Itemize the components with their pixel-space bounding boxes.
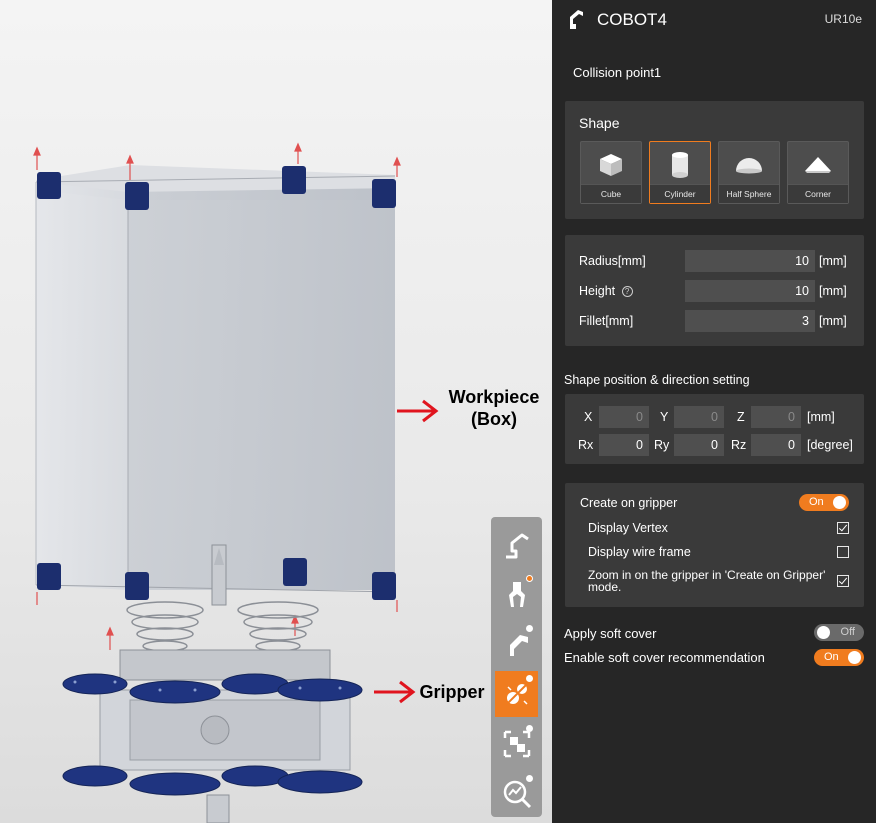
robot-arm-icon: [505, 533, 529, 559]
zoom-gripper-label-line1: Zoom in on the gripper in 'Create on Gri…: [588, 568, 826, 582]
inspection-icon: [503, 780, 531, 809]
rotation-unit: [degree]: [807, 438, 853, 452]
position-section-label: Shape position & direction setting: [564, 373, 750, 387]
zoom-gripper-label: Zoom in on the gripper in 'Create on Gri…: [588, 569, 825, 593]
properties-panel: COBOT4 UR10e Collision point1 Shape Cube: [552, 0, 876, 823]
shape-option-corner[interactable]: Corner: [787, 141, 849, 204]
radius-input[interactable]: 10: [685, 250, 815, 272]
inspection-tool-button[interactable]: [495, 771, 538, 817]
rz-label: Rz: [731, 438, 747, 452]
fillet-label: Fillet[mm]: [579, 314, 634, 328]
rx-label: Rx: [578, 438, 594, 452]
create-on-gripper-state: On: [809, 496, 824, 508]
fillet-input[interactable]: 3: [685, 310, 815, 332]
rz-input[interactable]: 0: [751, 434, 801, 456]
gripper-options-section: Create on gripper On Display Vertex Disp…: [565, 483, 864, 607]
shape-option-label: Half Sphere: [719, 184, 779, 203]
fillet-unit: [mm]: [819, 314, 847, 328]
robot-model-label: UR10e: [824, 12, 862, 26]
robot-pose-tool-indicator-dot: [526, 625, 533, 632]
soft-cover-recommendation-toggle[interactable]: On: [814, 649, 864, 666]
robot-pose-tool-button[interactable]: [495, 621, 538, 667]
viewport-toolbar: [491, 517, 542, 817]
display-vertex-label: Display Vertex: [588, 521, 668, 535]
cube-icon: [600, 154, 622, 176]
apply-soft-cover-state: Off: [840, 626, 855, 638]
corner-icon: [805, 157, 831, 173]
gripper-annotation: Gripper: [419, 682, 485, 702]
rx-input[interactable]: 0: [599, 434, 649, 456]
gripper-icon: [508, 582, 525, 607]
collision-point-title: Collision point1: [573, 65, 662, 80]
app-title: COBOT4: [597, 10, 667, 29]
workpiece-annotation-line1: Workpiece: [448, 387, 540, 407]
create-on-gripper-toggle[interactable]: On: [799, 494, 849, 511]
workpiece-annotation-line2: (Box): [471, 409, 517, 429]
position-unit: [mm]: [807, 410, 835, 424]
dimensions-section: Radius[mm] 10 [mm] Height ? 10 [mm] Fill…: [565, 235, 864, 346]
ry-input[interactable]: 0: [674, 434, 724, 456]
inspection-tool-indicator-dot: [526, 775, 533, 782]
workpiece-arrow: [397, 399, 439, 423]
radius-label: Radius[mm]: [579, 254, 646, 268]
display-wire-frame-label: Display wire frame: [588, 545, 691, 559]
apply-soft-cover-toggle[interactable]: Off: [814, 624, 864, 641]
shape-option-cylinder[interactable]: Cylinder: [649, 141, 711, 204]
shape-option-cube[interactable]: Cube: [580, 141, 642, 204]
shape-section: Shape Cube Cylinder Half Sphere Corner: [565, 101, 864, 219]
toggle-knob: [817, 626, 830, 639]
gripper-tool-indicator-dot: [526, 575, 533, 582]
soft-cover-recommendation-state: On: [824, 651, 839, 663]
toggle-knob: [833, 496, 846, 509]
bounding-box-tool-indicator-dot: [526, 725, 533, 732]
height-label-text: Height: [579, 284, 616, 298]
collision-point-tool-button[interactable]: [495, 671, 538, 717]
panel-header: COBOT4 UR10e: [552, 0, 876, 40]
position-section: X 0 Y 0 Z 0 [mm] Rx 0 Ry 0 Rz 0 [degree]: [565, 394, 864, 464]
display-vertex-checkbox[interactable]: [837, 522, 849, 534]
ry-label: Ry: [654, 438, 670, 452]
shape-option-half-sphere[interactable]: Half Sphere: [718, 141, 780, 204]
robot-arm-tool-button[interactable]: [495, 521, 538, 567]
display-wire-frame-checkbox[interactable]: [837, 546, 849, 558]
cobot-logo-icon: [568, 10, 583, 29]
collision-point-tool-indicator-dot: [526, 675, 533, 682]
toggle-knob: [848, 651, 861, 664]
soft-cover-recommendation-label: Enable soft cover recommendation: [564, 650, 765, 665]
shape-option-label: Cylinder: [650, 184, 710, 203]
y-label: Y: [660, 410, 669, 424]
3d-viewport[interactable]: Workpiece (Box) Gripper: [0, 0, 552, 823]
height-input[interactable]: 10: [685, 280, 815, 302]
workpiece-box[interactable]: [35, 165, 396, 593]
x-label: X: [584, 410, 593, 424]
collision-point-icon: [504, 682, 529, 706]
zoom-gripper-checkbox[interactable]: [837, 575, 849, 587]
radius-unit: [mm]: [819, 254, 847, 268]
zoom-gripper-label-line2: mode.: [588, 580, 622, 594]
bounding-box-tool-button[interactable]: [495, 721, 538, 767]
x-input[interactable]: 0: [599, 406, 649, 428]
shape-section-label: Shape: [579, 115, 620, 131]
z-label: Z: [737, 410, 745, 424]
shape-option-label: Cube: [581, 184, 641, 203]
gripper-tool-button[interactable]: [495, 571, 538, 617]
help-icon[interactable]: ?: [621, 286, 633, 297]
bounding-box-icon: [503, 730, 530, 758]
shape-option-label: Corner: [788, 184, 848, 203]
z-input[interactable]: 0: [751, 406, 801, 428]
gripper-arrow: [374, 680, 416, 704]
workpiece-annotation: Workpiece (Box): [440, 386, 548, 430]
half-sphere-icon: [736, 158, 762, 174]
height-label: Height ?: [579, 284, 633, 298]
height-unit: [mm]: [819, 284, 847, 298]
y-input[interactable]: 0: [674, 406, 724, 428]
apply-soft-cover-label: Apply soft cover: [564, 626, 657, 641]
cylinder-icon: [672, 152, 688, 178]
create-on-gripper-label: Create on gripper: [580, 496, 678, 510]
robot-pose-icon: [504, 635, 528, 656]
